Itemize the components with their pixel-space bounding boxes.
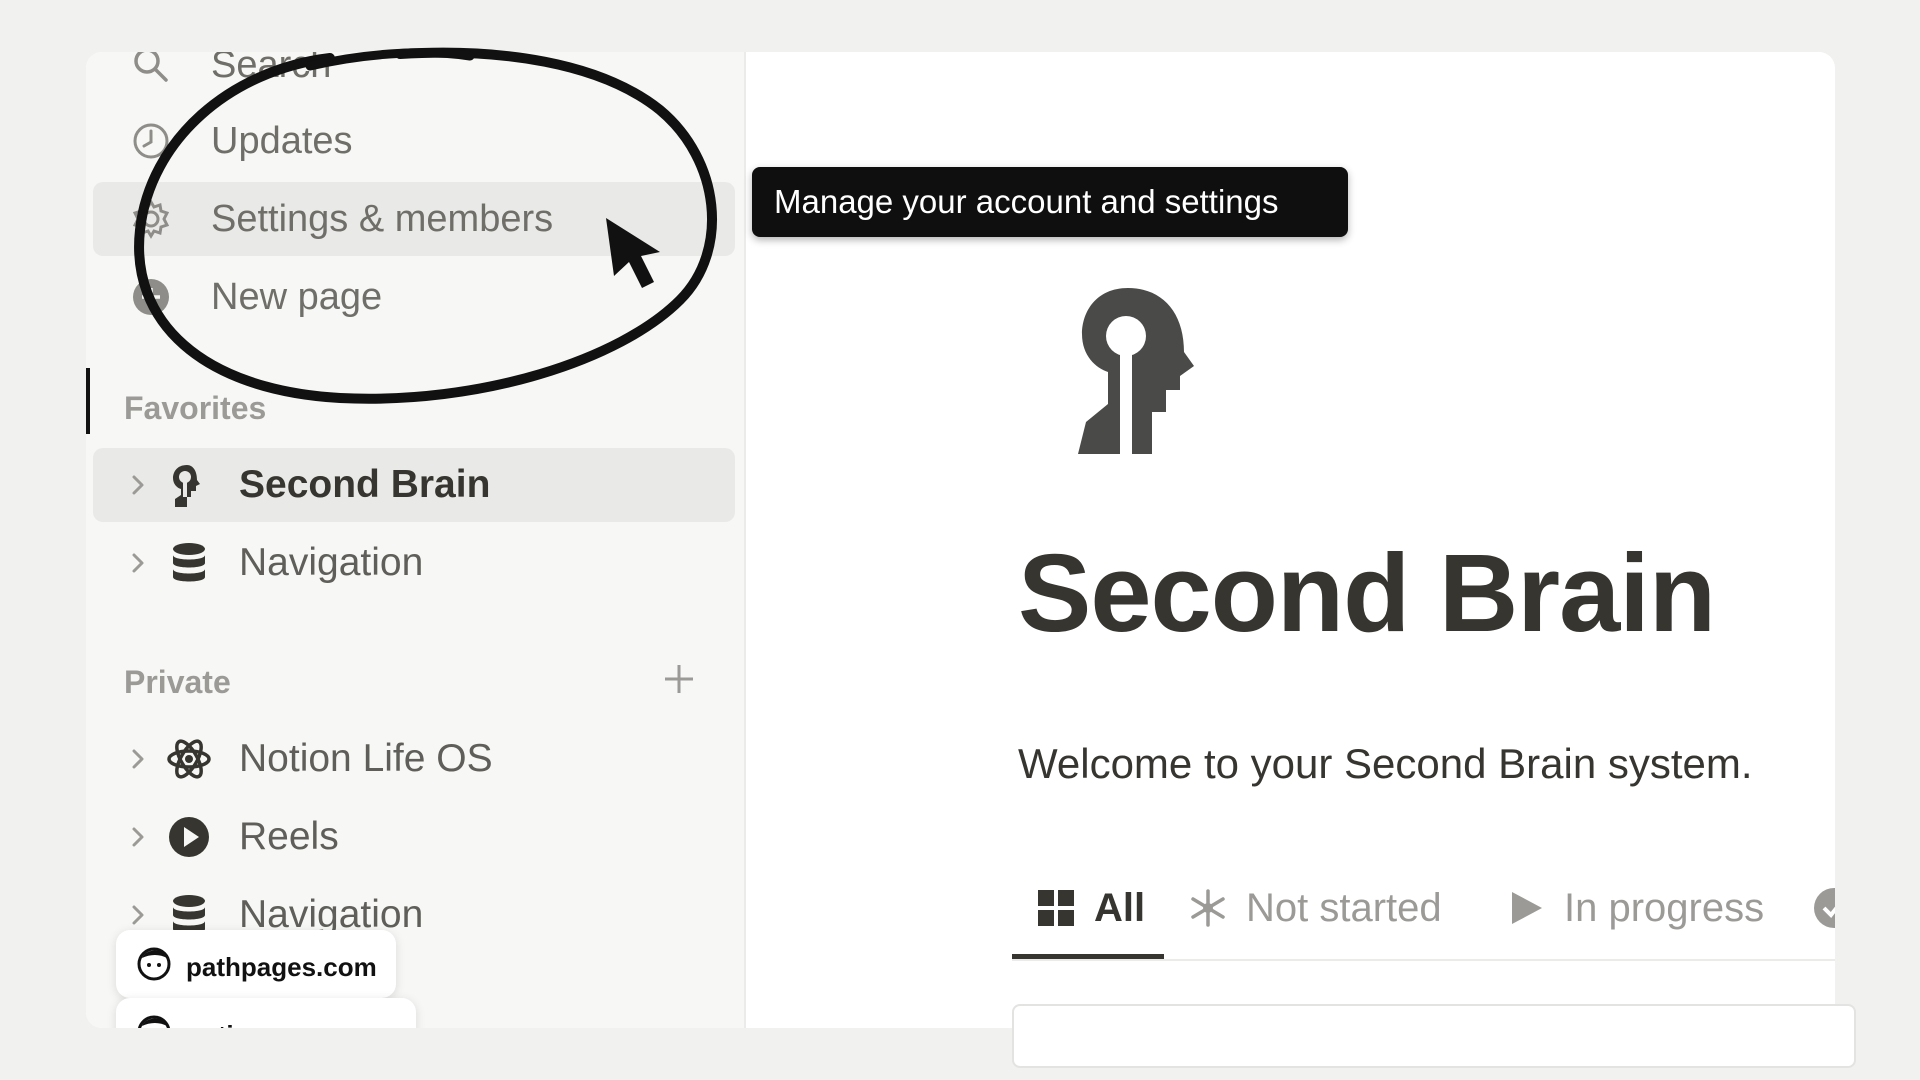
play-icon — [1512, 892, 1542, 924]
snowflake-icon — [1191, 889, 1225, 927]
sidebar-item-navigation-fav[interactable]: Navigation — [93, 526, 735, 600]
tab-label: In progress — [1564, 886, 1765, 930]
check-circle-icon — [1814, 888, 1835, 928]
grid-icon — [1038, 890, 1074, 926]
tab-label: All — [1094, 886, 1146, 930]
tab-in-progress[interactable]: In progress — [1506, 880, 1796, 940]
sidebar-item-label: New page — [211, 276, 383, 318]
sidebar-item-settings-members[interactable]: Settings & members — [93, 182, 735, 256]
search-icon — [134, 52, 168, 82]
clock-icon — [133, 123, 169, 159]
tooltip: Manage your account and settings — [752, 167, 1348, 237]
tab-label: Not started — [1246, 886, 1442, 930]
watermark-text: notionway.com — [186, 1020, 373, 1028]
section-heading-private: Private — [124, 664, 231, 700]
plus-circle-icon — [133, 279, 169, 315]
tab-all[interactable]: All — [1036, 880, 1186, 940]
chevron-right-icon[interactable] — [125, 471, 151, 499]
sidebar-item-reels[interactable]: Reels — [93, 800, 735, 874]
add-private-page-icon[interactable] — [662, 662, 696, 696]
tabs-divider — [1012, 959, 1835, 961]
watermark-text: pathpages.com — [186, 952, 377, 982]
chevron-right-icon[interactable] — [125, 901, 151, 929]
watermark-pathpages: pathpages.com — [116, 930, 396, 998]
play-circle-icon — [169, 817, 209, 857]
sidebar: Search Updates Settings & members New pa… — [86, 52, 746, 1028]
tooltip-text: Manage your account and settings — [774, 183, 1279, 220]
page-title[interactable]: Second Brain — [1018, 530, 1716, 657]
atom-icon — [167, 739, 211, 779]
sidebar-item-search[interactable]: Search — [93, 52, 735, 102]
chevron-right-icon[interactable] — [125, 549, 151, 577]
sidebar-item-label: Reels — [239, 815, 339, 858]
sidebar-item-updates[interactable]: Updates — [93, 104, 735, 178]
page-description[interactable]: Welcome to your Second Brain system. — [1018, 740, 1753, 788]
database-icon — [173, 543, 205, 582]
sidebar-item-label: Navigation — [239, 541, 424, 584]
chevron-right-icon[interactable] — [125, 745, 151, 773]
tab-not-started[interactable]: Not started — [1188, 880, 1468, 940]
sidebar-item-label: Second Brain — [239, 463, 491, 506]
sidebar-item-label: Notion Life OS — [239, 737, 493, 780]
brain-head-icon — [1078, 288, 1194, 454]
sidebar-item-label: Search — [211, 52, 332, 86]
sidebar-item-second-brain[interactable]: Second Brain — [93, 448, 735, 522]
avatar-icon — [137, 1015, 171, 1028]
sidebar-item-label: Settings & members — [211, 198, 554, 240]
sidebar-item-label: Updates — [211, 120, 353, 162]
sidebar-item-notion-life-os[interactable]: Notion Life OS — [93, 722, 735, 796]
chevron-right-icon[interactable] — [125, 823, 151, 851]
gallery-card[interactable] — [1012, 1004, 1856, 1068]
gear-icon — [132, 199, 170, 239]
brain-head-icon — [173, 465, 200, 507]
edge-mark — [86, 368, 90, 434]
watermark-notionway: notionway.com — [116, 998, 416, 1028]
sidebar-item-new-page[interactable]: New page — [93, 260, 735, 334]
section-heading-favorites: Favorites — [124, 390, 267, 426]
avatar-icon — [137, 947, 171, 981]
